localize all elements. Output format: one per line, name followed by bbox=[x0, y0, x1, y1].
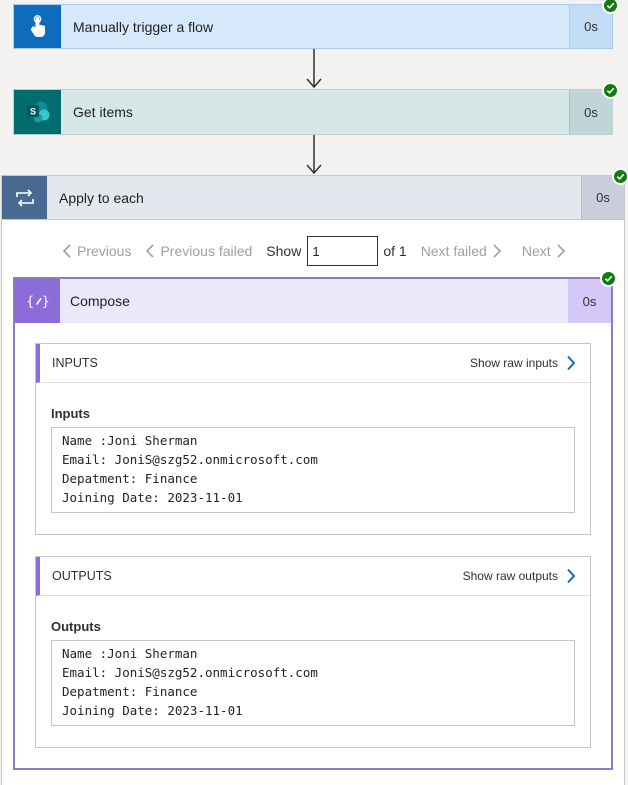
show-raw-outputs-link[interactable]: Show raw outputs bbox=[463, 569, 558, 583]
chevron-right-icon[interactable] bbox=[566, 568, 576, 584]
code-line: Email: JoniS@szg52.onmicrosoft.com bbox=[62, 665, 318, 680]
down-arrow-icon bbox=[306, 49, 322, 89]
code-line: Joining Date: 2023-11-01 bbox=[62, 490, 243, 505]
code-line: Depatment: Finance bbox=[62, 471, 198, 486]
compose-action-card: { } Compose 0s INPUTS Show raw inputs In… bbox=[13, 277, 613, 770]
outputs-header: OUTPUTS Show raw outputs bbox=[36, 557, 590, 596]
chevron-right-icon bbox=[557, 244, 565, 258]
sharepoint-icon: S bbox=[14, 90, 61, 134]
step-get-items[interactable]: S Get items 0s bbox=[13, 89, 613, 135]
step-title: Compose bbox=[70, 293, 130, 309]
previous-failed-label: Previous failed bbox=[160, 243, 253, 259]
chevron-right-icon bbox=[493, 244, 501, 258]
svg-text:S: S bbox=[29, 107, 35, 117]
outputs-panel: OUTPUTS Show raw outputs Outputs Name :J… bbox=[35, 556, 591, 748]
step-title: Get items bbox=[73, 104, 133, 120]
previous-button[interactable]: Previous bbox=[62, 243, 131, 259]
step-manual-trigger[interactable]: Manually trigger a flow 0s bbox=[13, 4, 613, 49]
step-apply-to-each[interactable]: Apply to each 0s bbox=[1, 175, 625, 220]
step-title: Manually trigger a flow bbox=[73, 18, 214, 35]
inputs-value-box: Name :Joni Sherman Email: JoniS@szg52.onm… bbox=[51, 427, 575, 513]
show-label: Show bbox=[266, 243, 302, 259]
code-line: Email: JoniS@szg52.onmicrosoft.com bbox=[62, 452, 318, 467]
next-label: Next bbox=[521, 243, 551, 259]
inputs-header-label: INPUTS bbox=[52, 356, 98, 370]
next-failed-button[interactable]: Next failed bbox=[421, 243, 502, 259]
hand-touch-icon bbox=[14, 5, 61, 48]
outputs-sub-label: Outputs bbox=[51, 619, 101, 634]
of-total-label: of 1 bbox=[383, 243, 407, 259]
compose-braces-icon: { } bbox=[15, 279, 60, 323]
compose-header[interactable]: { } Compose 0s bbox=[15, 279, 611, 323]
success-check-icon bbox=[612, 168, 628, 185]
iteration-pager: Previous Previous failed Show of 1 Next … bbox=[62, 236, 566, 266]
iteration-number-input[interactable] bbox=[307, 236, 379, 266]
down-arrow-icon bbox=[306, 135, 322, 175]
outputs-value-box: Name :Joni Sherman Email: JoniS@szg52.onm… bbox=[51, 640, 575, 726]
outputs-header-label: OUTPUTS bbox=[52, 569, 112, 583]
success-check-icon bbox=[602, 82, 619, 99]
step-title: Apply to each bbox=[59, 189, 144, 206]
inputs-panel: INPUTS Show raw inputs Inputs Name :Joni… bbox=[35, 343, 591, 535]
chevron-right-icon[interactable] bbox=[566, 355, 576, 371]
chevron-left-icon bbox=[146, 244, 155, 258]
success-check-icon bbox=[600, 270, 617, 287]
loop-icon bbox=[2, 176, 47, 219]
chevron-left-icon bbox=[62, 244, 71, 258]
code-line: Depatment: Finance bbox=[62, 684, 198, 699]
previous-failed-button[interactable]: Previous failed bbox=[145, 243, 252, 259]
next-failed-label: Next failed bbox=[420, 243, 487, 259]
inputs-header: INPUTS Show raw inputs bbox=[36, 344, 590, 383]
previous-label: Previous bbox=[77, 243, 132, 259]
next-button[interactable]: Next bbox=[522, 243, 566, 259]
code-line: Joining Date: 2023-11-01 bbox=[62, 703, 243, 718]
success-check-icon bbox=[602, 0, 619, 14]
inputs-sub-label: Inputs bbox=[51, 406, 90, 421]
code-line: Name :Joni Sherman bbox=[62, 646, 198, 661]
code-line: Name :Joni Sherman bbox=[62, 433, 198, 448]
show-raw-inputs-link[interactable]: Show raw inputs bbox=[470, 356, 558, 370]
